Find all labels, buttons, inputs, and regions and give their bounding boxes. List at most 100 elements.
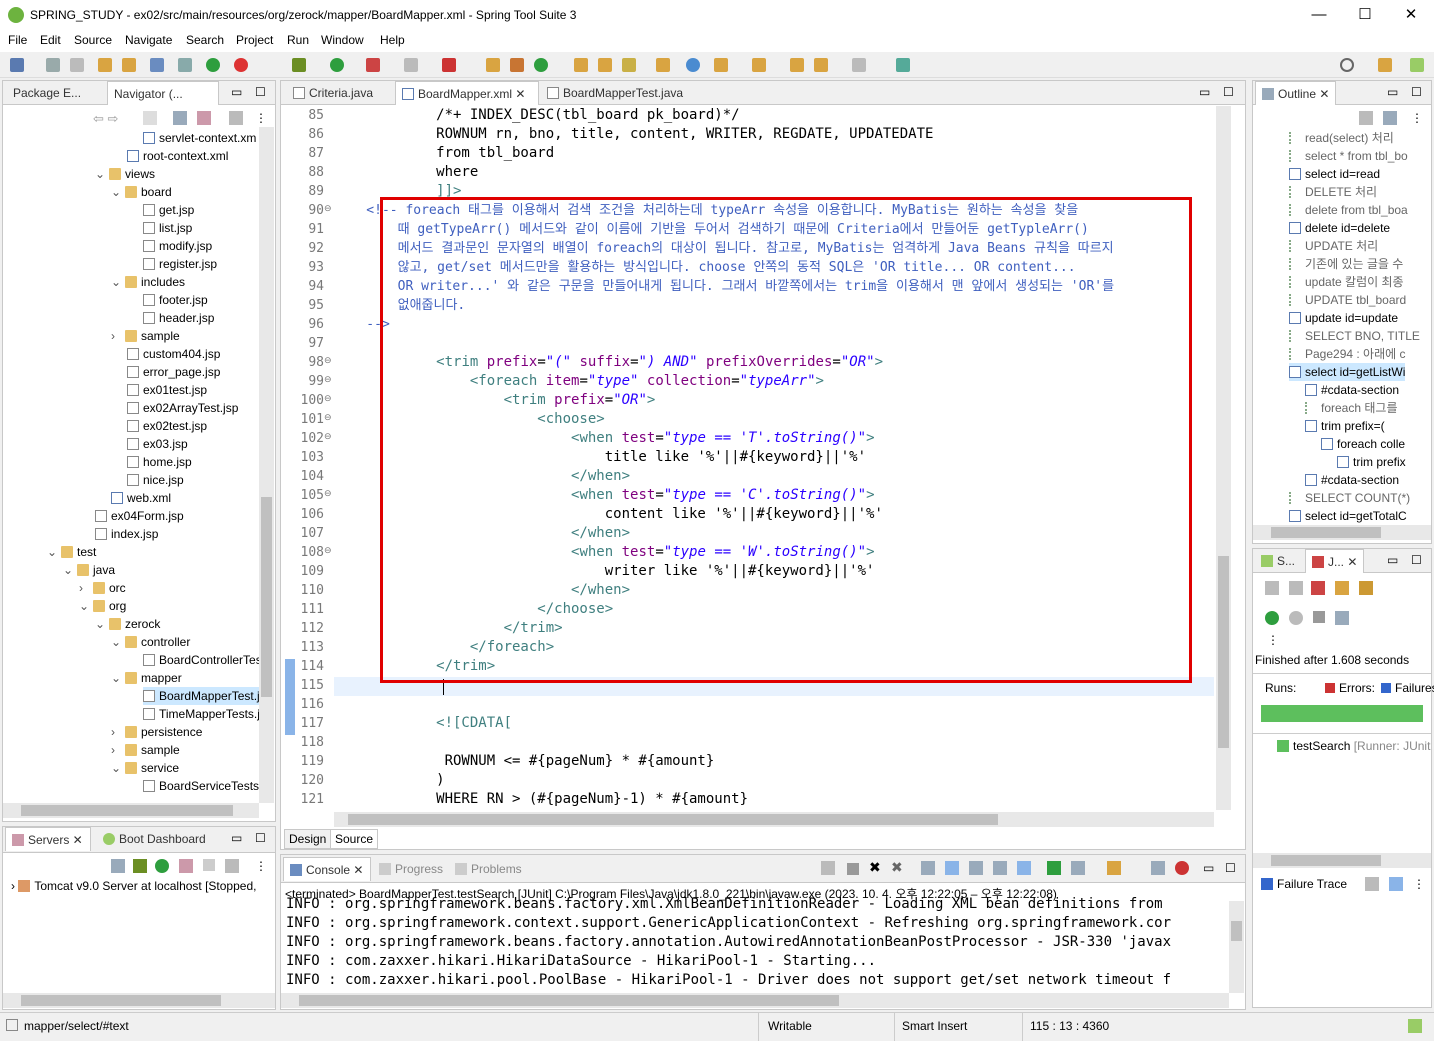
- clear-console-icon[interactable]: [921, 861, 935, 875]
- minimize-console-icon[interactable]: ▭: [1203, 861, 1214, 875]
- debug-server-icon[interactable]: [133, 859, 147, 873]
- tree-item[interactable]: index.jsp: [95, 525, 158, 543]
- tree-item[interactable]: ⌄ controller: [111, 633, 190, 651]
- minimize-button[interactable]: —: [1296, 0, 1342, 32]
- fold-toggle-icon[interactable]: ⊖: [324, 394, 332, 404]
- editor-hscrollbar-thumb[interactable]: [348, 814, 998, 825]
- globe-icon[interactable]: [686, 58, 700, 72]
- scroll-lock-icon[interactable]: [1335, 581, 1349, 595]
- close-button[interactable]: ✕: [1388, 0, 1434, 32]
- collapsed-arrow-icon[interactable]: ›: [79, 579, 93, 597]
- collapsed-arrow-icon[interactable]: ›: [111, 741, 125, 759]
- server-row[interactable]: › Tomcat v9.0 Server at localhost [Stopp…: [11, 879, 256, 893]
- tree-item[interactable]: BoardMapperTest.j: [143, 687, 259, 705]
- trace-menu-icon[interactable]: ⋮: [1413, 877, 1425, 891]
- tree-item[interactable]: ⌄ zerock: [95, 615, 160, 633]
- minimize-editor-icon[interactable]: ▭: [1199, 85, 1210, 99]
- code-line[interactable]: WHERE RN > (#{pageNum}-1) * #{amount}: [335, 790, 748, 809]
- tab-problems[interactable]: Problems: [449, 857, 528, 881]
- maximize-editor-icon[interactable]: ☐: [1223, 85, 1234, 99]
- tree-item[interactable]: nice.jsp: [127, 471, 184, 489]
- compare-icon[interactable]: [1389, 877, 1403, 891]
- tree-item[interactable]: modify.jsp: [143, 237, 212, 255]
- tab-spring-explorer[interactable]: S...: [1255, 549, 1301, 573]
- new-java-project-icon[interactable]: [486, 58, 500, 72]
- expanded-arrow-icon[interactable]: ⌄: [63, 561, 77, 579]
- display-console-icon[interactable]: [1071, 861, 1085, 875]
- maximize-button[interactable]: ☐: [1342, 0, 1388, 32]
- expanded-arrow-icon[interactable]: ⌄: [95, 165, 109, 183]
- tree-item[interactable]: ⌄ board: [111, 183, 172, 201]
- maximize-servers-icon[interactable]: ☐: [255, 831, 266, 845]
- open-folder-icon[interactable]: [598, 58, 612, 72]
- expanded-arrow-icon[interactable]: ⌄: [111, 759, 125, 777]
- minimize-servers-icon[interactable]: ▭: [231, 831, 242, 845]
- outline-item[interactable]: read(select) 처리: [1289, 129, 1394, 147]
- filter-trace-icon[interactable]: [1365, 877, 1379, 891]
- tab-console[interactable]: Console ✕: [283, 857, 371, 881]
- tree-item[interactable]: ex02ArrayTest.jsp: [127, 399, 238, 417]
- layout-icon[interactable]: [1335, 611, 1349, 625]
- tree-item[interactable]: servlet-context.xm: [143, 129, 256, 147]
- collapse-servers-icon[interactable]: [111, 859, 125, 873]
- console-icon[interactable]: [150, 58, 164, 72]
- tree-item[interactable]: error_page.jsp: [127, 363, 220, 381]
- new-icon[interactable]: [10, 58, 24, 72]
- maximize-console-icon[interactable]: ☐: [1225, 861, 1236, 875]
- tree-item[interactable]: get.jsp: [143, 201, 194, 219]
- next-failure-icon[interactable]: [1265, 581, 1279, 595]
- tree-hscrollbar-thumb[interactable]: [21, 805, 233, 816]
- new-package-icon[interactable]: [510, 58, 524, 72]
- scroll-lock-console-icon[interactable]: [945, 861, 959, 875]
- outline-item[interactable]: UPDATE tbl_board: [1289, 291, 1406, 309]
- expanded-arrow-icon[interactable]: ⌄: [111, 273, 125, 291]
- outline-item[interactable]: select id=getTotalC: [1289, 507, 1407, 525]
- fold-toggle-icon[interactable]: ⊖: [324, 432, 332, 442]
- console-vscrollbar-thumb[interactable]: [1231, 921, 1242, 941]
- tree-item[interactable]: › sample: [111, 327, 180, 345]
- maximize-junit-icon[interactable]: ☐: [1411, 553, 1422, 567]
- fold-toggle-icon[interactable]: ⊖: [324, 204, 332, 214]
- prev-failure-icon[interactable]: [1289, 581, 1303, 595]
- tree-item[interactable]: register.jsp: [143, 255, 217, 273]
- next-annotation-icon[interactable]: [714, 58, 728, 72]
- code-line[interactable]: ): [335, 771, 444, 790]
- word-wrap-icon[interactable]: [969, 861, 983, 875]
- tree-item[interactable]: ex02test.jsp: [127, 417, 207, 435]
- fold-toggle-icon[interactable]: ⊖: [324, 489, 332, 499]
- tree-item[interactable]: ⌄ test: [47, 543, 96, 561]
- tree-item[interactable]: footer.jsp: [143, 291, 208, 309]
- open-perspective-icon[interactable]: [1378, 58, 1392, 72]
- tree-item[interactable]: BoardServiceTests.j: [143, 777, 259, 795]
- tree-item[interactable]: ⌄ includes: [111, 273, 185, 291]
- tree-item[interactable]: ex04Form.jsp: [95, 507, 184, 525]
- outline-item[interactable]: select * from tbl_bo: [1289, 147, 1408, 165]
- publish-icon[interactable]: [225, 859, 239, 873]
- outline-hscrollbar[interactable]: [1253, 525, 1431, 540]
- outline-item[interactable]: select id=getListWi: [1289, 363, 1406, 381]
- tree-item[interactable]: ⌄ views: [95, 165, 155, 183]
- outline-item[interactable]: delete from tbl_boa: [1289, 201, 1408, 219]
- tab-boot-dashboard[interactable]: Boot Dashboard: [97, 827, 212, 851]
- tree-item[interactable]: ex01test.jsp: [127, 381, 207, 399]
- coverage-icon[interactable]: [366, 58, 380, 72]
- tree-item[interactable]: › orc: [79, 579, 126, 597]
- outline-hscrollbar-thumb[interactable]: [1271, 527, 1381, 538]
- menu-project[interactable]: Project: [236, 33, 273, 47]
- run-icon[interactable]: [330, 58, 344, 72]
- outline-item[interactable]: update 칼럼이 최종: [1289, 273, 1404, 291]
- search-icon[interactable]: [1340, 58, 1354, 72]
- tree-item[interactable]: ⌄ java: [63, 561, 115, 579]
- outline-item[interactable]: DELETE 처리: [1289, 183, 1377, 201]
- outline-item[interactable]: #cdata-section: [1305, 381, 1399, 399]
- debug-icon[interactable]: [292, 58, 306, 72]
- expanded-arrow-icon[interactable]: ⌄: [95, 615, 109, 633]
- editor-vscrollbar[interactable]: [1216, 106, 1231, 810]
- tab-servers[interactable]: Servers ✕: [5, 827, 91, 851]
- boot-console-icon[interactable]: [1175, 861, 1189, 875]
- pen-icon[interactable]: [622, 58, 636, 72]
- editor-vscrollbar-thumb[interactable]: [1218, 556, 1229, 748]
- tree-scrollbar[interactable]: [259, 127, 274, 803]
- tab-criteria-java[interactable]: Criteria.java: [287, 81, 379, 105]
- tab-boardmappertest-java[interactable]: BoardMapperTest.java: [541, 81, 689, 105]
